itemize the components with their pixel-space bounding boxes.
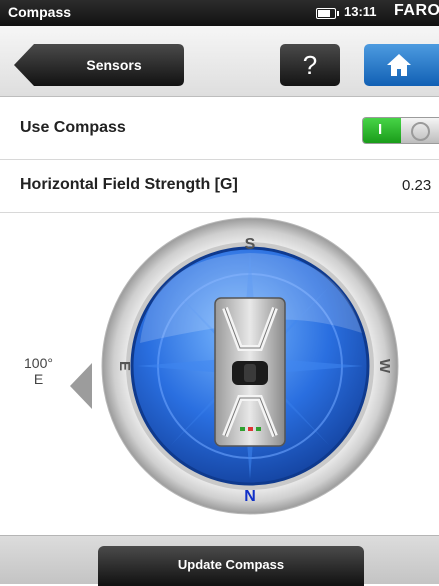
dial-label-top: S [245,236,256,253]
compass-dial: S N E W [101,217,399,515]
dial-label-bottom: N [244,488,256,505]
use-compass-label: Use Compass [20,119,126,136]
field-strength-row: Horizontal Field Strength [G] 0.23 [0,160,439,213]
compass-panel: 100° E S N E W [0,213,439,535]
update-compass-button[interactable]: Update Compass [98,546,364,586]
status-bar: Compass 13:11 FARO [0,0,439,26]
field-strength-label: Horizontal Field Strength [G] [20,176,238,193]
status-time: 13:11 [344,4,377,19]
footer-bar: Update Compass [0,535,439,586]
home-button[interactable] [364,44,439,86]
use-compass-toggle[interactable]: I [362,117,439,144]
dial-label-right: W [376,359,393,374]
device-icon [214,297,286,447]
toggle-on-segment: I [363,118,403,143]
toggle-on-glyph: I [378,121,383,138]
battery-icon [316,8,339,19]
back-button-sensors[interactable]: Sensors [14,44,184,86]
home-icon [387,54,411,76]
toggle-knob [401,118,439,143]
use-compass-row: Use Compass I [0,97,439,160]
dial-label-left: E [116,361,133,371]
field-strength-value: 0.23 [402,177,432,194]
help-button[interactable]: ? [280,44,340,86]
app-title: Compass [8,4,72,20]
toolbar: Sensors ? [0,26,439,97]
back-button-label: Sensors [86,57,142,73]
brand-logo: FARO [394,2,439,19]
